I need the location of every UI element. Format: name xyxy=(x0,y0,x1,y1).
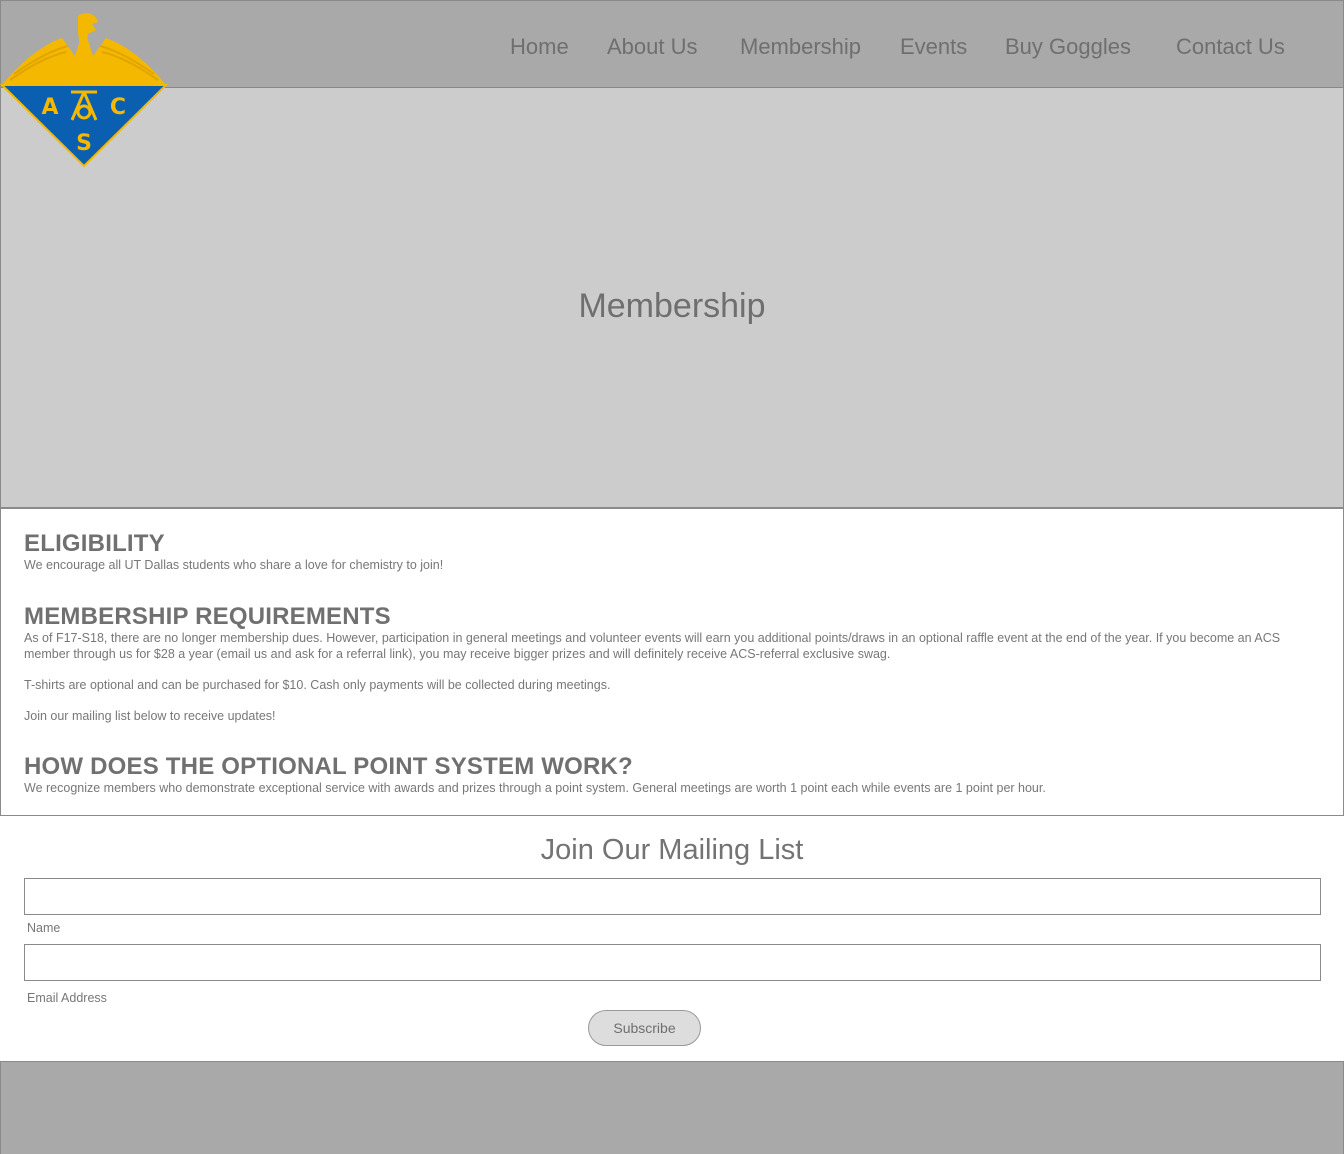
requirements-text-mailing: Join our mailing list below to receive u… xyxy=(24,709,276,723)
requirements-section: MEMBERSHIP REQUIREMENTS As of F17-S18, t… xyxy=(24,604,1303,724)
nav-home-link[interactable]: Home xyxy=(510,34,569,60)
acs-eagle-logo-icon: A C S xyxy=(0,13,169,168)
name-label: Name xyxy=(27,921,61,935)
requirements-heading: MEMBERSHIP REQUIREMENTS xyxy=(24,603,391,630)
eligibility-text: We encourage all UT Dallas students who … xyxy=(24,558,444,572)
mailing-list-title: Join Our Mailing List xyxy=(540,834,804,866)
site-header: Home About Us Membership Events Buy Gogg… xyxy=(0,0,1344,89)
logo-letter-c: C xyxy=(110,95,126,120)
eligibility-section: ELIGIBILITY We encourage all UT Dallas s… xyxy=(24,531,1303,573)
page-title: Membership xyxy=(578,287,766,325)
nav-about-us-link[interactable]: About Us xyxy=(607,34,698,60)
name-input[interactable] xyxy=(24,878,1321,915)
page: Home About Us Membership Events Buy Gogg… xyxy=(0,0,1344,1154)
logo-letter-s: S xyxy=(76,131,92,156)
hero-banner: Membership xyxy=(0,88,1344,509)
nav-buy-goggles-link[interactable]: Buy Goggles xyxy=(1005,34,1131,60)
main-nav: Home About Us Membership Events Buy Gogg… xyxy=(1,1,1343,87)
points-heading: HOW DOES THE OPTIONAL POINT SYSTEM WORK? xyxy=(24,753,633,780)
eligibility-heading: ELIGIBILITY xyxy=(24,530,165,557)
site-footer xyxy=(0,1061,1344,1154)
logo-letter-a: A xyxy=(41,95,58,120)
acs-logo[interactable]: A C S xyxy=(0,8,170,168)
nav-events-link[interactable]: Events xyxy=(900,34,967,60)
subscribe-button[interactable]: Subscribe xyxy=(588,1010,701,1046)
points-text: We recognize members who demonstrate exc… xyxy=(24,781,1046,795)
email-input[interactable] xyxy=(24,944,1321,981)
nav-contact-us-link[interactable]: Contact Us xyxy=(1176,34,1285,60)
points-section: HOW DOES THE OPTIONAL POINT SYSTEM WORK?… xyxy=(24,754,1303,796)
requirements-text-dues: As of F17-S18, there are no longer membe… xyxy=(24,631,1281,661)
nav-membership-link[interactable]: Membership xyxy=(740,34,861,60)
requirements-text-tshirts: T-shirts are optional and can be purchas… xyxy=(24,678,611,692)
membership-content: ELIGIBILITY We encourage all UT Dallas s… xyxy=(0,509,1344,816)
email-label: Email Address xyxy=(27,991,107,1005)
